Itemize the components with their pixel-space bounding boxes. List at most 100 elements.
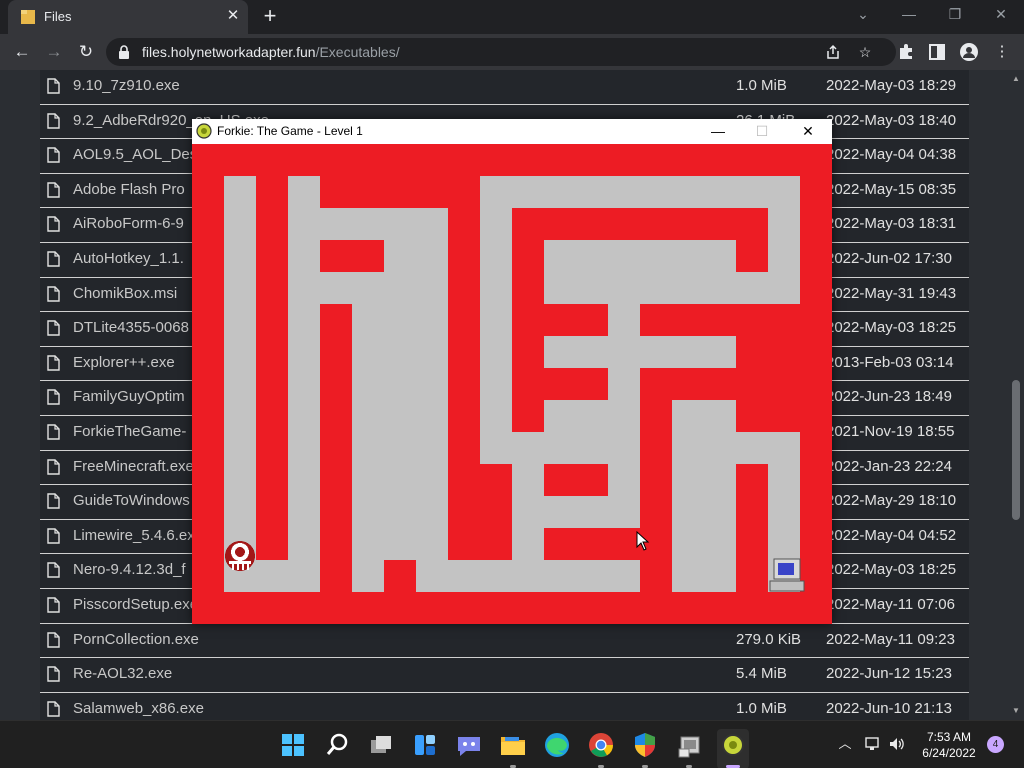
game-maximize-button[interactable]: ☐ — [740, 119, 784, 144]
forward-button[interactable]: → — [42, 40, 66, 64]
file-row[interactable]: Re-AOL32.exe 5.4 MiB 2022-Jun-12 15:23 — [40, 658, 969, 693]
file-name-link[interactable]: Salamweb_x86.exe — [73, 700, 204, 717]
file-icon — [47, 389, 60, 406]
tray-chevron-icon[interactable]: ︿ — [836, 735, 854, 753]
file-name-link[interactable]: PisscordSetup.exe — [73, 596, 198, 613]
star-icon[interactable]: ☆ — [856, 43, 874, 61]
search-icon[interactable] — [321, 729, 353, 761]
file-size: 1.0 MiB — [736, 77, 787, 94]
maze-path — [384, 208, 416, 560]
file-icon — [47, 458, 60, 475]
address-bar[interactable]: files.holynetworkadapter.fun/Executables… — [106, 38, 896, 66]
file-name-link[interactable]: 9.10_7z910.exe — [73, 77, 180, 94]
menu-dots-icon[interactable]: ⋮ — [992, 42, 1012, 62]
reload-button[interactable]: ↻ — [74, 40, 98, 64]
file-name-link[interactable]: Explorer++.exe — [73, 354, 175, 371]
window-restore-button[interactable]: ❐ — [932, 0, 978, 30]
file-name-link[interactable]: DTLite4355-0068 — [73, 319, 189, 336]
file-date: 2022-May-31 19:43 — [826, 284, 957, 302]
file-name-link[interactable]: FreeMinecraft.exe — [73, 458, 194, 475]
scroll-down-icon[interactable]: ▼ — [1008, 704, 1024, 718]
file-name-link[interactable]: PornCollection.exe — [73, 631, 199, 648]
scroll-thumb[interactable] — [1012, 380, 1020, 520]
file-icon — [47, 147, 60, 163]
widgets-icon[interactable] — [409, 729, 441, 761]
file-date: 2022-May-04 04:52 — [826, 526, 957, 544]
folder-icon — [21, 10, 35, 24]
url-text[interactable]: files.holynetworkadapter.fun/Executables… — [142, 44, 400, 60]
file-icon — [47, 78, 60, 94]
file-name-link[interactable]: ChomikBox.msi — [73, 285, 177, 302]
file-icon — [47, 701, 60, 717]
game-titlebar[interactable]: Forkie: The Game - Level 1 — ☐ ✕ — [192, 119, 832, 144]
start-icon[interactable] — [277, 729, 309, 761]
file-name-link[interactable]: AutoHotkey_1.1. — [73, 250, 184, 267]
file-date: 2013-Feb-03 03:14 — [826, 353, 954, 371]
maze-path — [352, 272, 384, 592]
page-scrollbar[interactable]: ▲ ▼ — [1008, 70, 1024, 720]
chrome-app[interactable] — [585, 729, 617, 768]
generic-app[interactable] — [673, 729, 705, 768]
url-path: /Executables/ — [315, 44, 400, 60]
file-name-link[interactable]: AiRoboForm-6-9 — [73, 215, 184, 232]
maze-path — [544, 336, 736, 368]
game-minimize-button[interactable]: — — [696, 119, 740, 144]
maze-path — [288, 176, 320, 208]
tab-close-icon[interactable]: ✕ — [224, 6, 242, 26]
file-name-link[interactable]: Limewire_5.4.6.exe — [73, 527, 203, 544]
scroll-up-icon[interactable]: ▲ — [1008, 72, 1024, 86]
volume-icon[interactable] — [888, 735, 906, 753]
file-name-link[interactable]: GuideToWindows — [73, 492, 190, 509]
new-tab-button[interactable]: + — [258, 5, 282, 29]
browser-toolbar: ← → ↻ files.holynetworkadapter.fun/Execu… — [0, 34, 1024, 70]
profile-icon[interactable] — [959, 42, 979, 62]
file-icon — [47, 424, 60, 440]
task-view-icon[interactable] — [365, 729, 397, 761]
file-date: 2022-May-03 18:29 — [826, 77, 957, 94]
file-row[interactable]: 9.10_7z910.exe 1.0 MiB 2022-May-03 18:29 — [40, 70, 969, 105]
maze-board[interactable] — [192, 144, 832, 624]
teams-chat-icon[interactable] — [453, 729, 485, 761]
file-name-link[interactable]: Nero-9.4.12.3d_f — [73, 561, 186, 578]
maze-path — [512, 464, 544, 592]
file-name-link[interactable]: Adobe Flash Pro — [73, 181, 185, 198]
maze-path — [576, 400, 608, 464]
browser-tab-files[interactable]: Files ✕ — [8, 0, 248, 34]
file-row[interactable]: Salamweb_x86.exe 1.0 MiB 2022-Jun-10 21:13 — [40, 693, 969, 720]
forkie-game-app[interactable] — [717, 729, 749, 768]
side-panel-icon[interactable] — [927, 42, 947, 62]
file-name-link[interactable]: FamilyGuyOptim — [73, 388, 185, 405]
file-date: 2022-May-11 09:23 — [826, 630, 955, 648]
window-close-button[interactable]: ✕ — [978, 0, 1024, 30]
notification-badge[interactable]: 4 — [987, 736, 1004, 753]
window-minimize-button[interactable]: — — [886, 0, 932, 30]
file-name-link[interactable]: Re-AOL32.exe — [73, 665, 172, 682]
file-date: 2022-May-11 07:06 — [826, 596, 955, 613]
url-host: files.holynetworkadapter.fun — [142, 44, 316, 60]
file-name-link[interactable]: ForkieTheGame- — [73, 423, 186, 440]
forkie-app-icon — [196, 123, 212, 139]
puzzle-icon[interactable] — [896, 42, 916, 62]
defender-app[interactable] — [629, 729, 661, 768]
share-icon[interactable] — [824, 43, 842, 61]
network-icon[interactable] — [864, 735, 882, 753]
game-close-button[interactable]: ✕ — [786, 119, 830, 144]
system-clock[interactable]: 7:53 AM 6/24/2022 — [914, 729, 984, 761]
file-date: 2022-May-29 18:10 — [826, 492, 957, 510]
lock-icon[interactable] — [118, 45, 130, 59]
file-date: 2022-May-15 08:35 — [826, 180, 957, 198]
game-window[interactable]: Forkie: The Game - Level 1 — ☐ ✕ — [192, 119, 832, 624]
maze-path — [672, 400, 736, 592]
maze-path — [544, 496, 640, 528]
tab-strip: Files ✕ + ⌄ — ❐ ✕ — [0, 0, 1024, 34]
back-button[interactable]: ← — [10, 40, 34, 64]
tab-search-icon[interactable]: ⌄ — [840, 0, 886, 30]
file-row[interactable]: PornCollection.exe 279.0 KiB 2022-May-11 0… — [40, 624, 969, 659]
file-icon — [47, 666, 60, 682]
file-date: 2022-May-03 18:31 — [826, 215, 957, 233]
game-title: Forkie: The Game - Level 1 — [217, 124, 363, 138]
edge-icon[interactable] — [541, 729, 573, 761]
file-explorer-app[interactable] — [497, 729, 529, 768]
maze-path — [480, 176, 512, 464]
mouse-cursor-icon — [636, 531, 650, 551]
